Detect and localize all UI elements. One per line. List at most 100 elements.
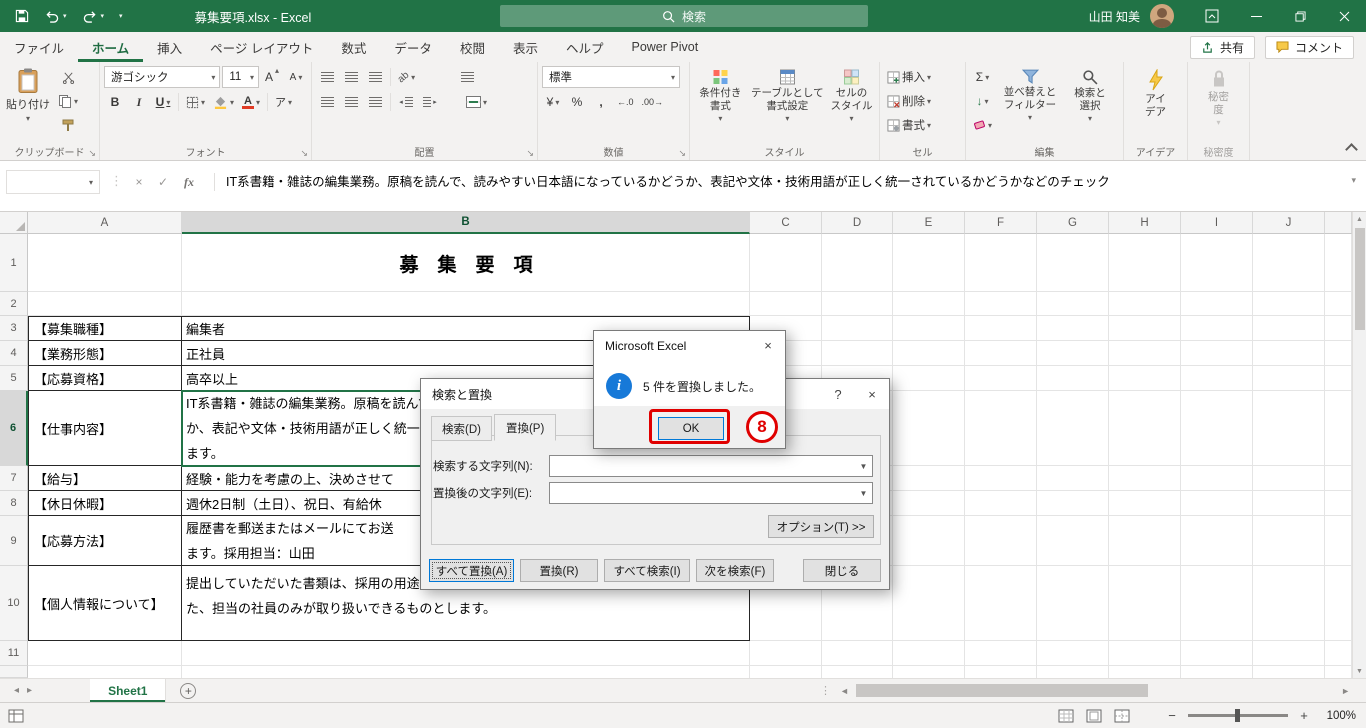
currency-format-button[interactable]: ¥ ▾ (542, 91, 564, 113)
cell-A4[interactable]: 【業務形態】 (28, 341, 182, 366)
column-header-H[interactable]: H (1109, 212, 1181, 234)
horizontal-splitter[interactable]: ⋮ (820, 684, 831, 697)
tab-data[interactable]: データ (380, 32, 446, 62)
options-button[interactable]: オプション(T) >> (768, 515, 874, 538)
dialog-close-button[interactable]: × (855, 379, 889, 409)
row-header-3[interactable]: 3 (0, 316, 28, 341)
ribbon-display-options-button[interactable] (1190, 0, 1234, 32)
top-align-button[interactable] (316, 66, 338, 88)
cell-styles-button[interactable]: セルの スタイル ▾ (828, 66, 875, 124)
tab-find[interactable]: 検索(D) (431, 416, 492, 441)
find-all-button[interactable]: すべて検索(I) (604, 559, 690, 582)
increase-font-size-button[interactable]: A ▴ (261, 66, 283, 88)
align-right-button[interactable] (364, 91, 386, 113)
row-header-9[interactable]: 9 (0, 516, 28, 566)
number-format-combo[interactable]: 標準 ▾ (542, 66, 680, 88)
row-header-7[interactable]: 7 (0, 466, 28, 491)
ok-button[interactable]: OK (658, 417, 724, 440)
sheet-tab-sheet1[interactable]: Sheet1 (90, 679, 167, 702)
comma-style-button[interactable]: , (590, 91, 612, 113)
tab-page-layout[interactable]: ページ レイアウト (196, 32, 327, 62)
cut-button[interactable] (55, 66, 81, 88)
horizontal-scroll-thumb[interactable] (856, 684, 1148, 697)
name-box-dropdown-icon[interactable]: ▾ (83, 178, 99, 187)
prev-sheet-button[interactable]: ◂ (14, 685, 19, 696)
decrease-decimal-button[interactable]: .00→ (639, 91, 667, 113)
font-color-button[interactable]: A ▾ (239, 91, 263, 113)
comments-button[interactable]: コメント (1264, 35, 1354, 59)
column-header-I[interactable]: I (1181, 212, 1253, 234)
page-break-preview-button[interactable] (1114, 709, 1130, 723)
tab-formulas[interactable]: 数式 (327, 32, 380, 62)
cell-A7[interactable]: 【給与】 (28, 466, 182, 491)
format-painter-button[interactable] (55, 114, 81, 136)
number-dialog-launcher[interactable]: ↘ (678, 149, 686, 158)
zoom-in-button[interactable]: + (1298, 708, 1310, 723)
message-box-title-bar[interactable]: Microsoft Excel × (594, 331, 785, 360)
clipboard-dialog-launcher[interactable]: ↘ (88, 149, 96, 158)
name-box[interactable]: ▾ (6, 170, 100, 194)
italic-button[interactable]: I (128, 91, 150, 113)
insert-function-button[interactable]: fx (178, 170, 200, 194)
decrease-indent-button[interactable]: ◂ (395, 91, 417, 113)
cell-B1[interactable]: 募 集 要 項 (182, 234, 750, 292)
cell-A8[interactable]: 【休日休暇】 (28, 491, 182, 516)
dialog-help-button[interactable]: ? (821, 379, 855, 409)
scroll-down-icon[interactable]: ▼ (1353, 664, 1366, 678)
macro-record-button[interactable] (8, 709, 24, 723)
delete-cells-button[interactable]: 削除 ▾ (884, 90, 961, 112)
replace-with-input[interactable]: ▼ (549, 482, 873, 504)
cell-A6[interactable]: 【仕事内容】 (28, 391, 182, 466)
row-header-5[interactable]: 5 (0, 366, 28, 391)
collapse-ribbon-button[interactable] (1345, 143, 1358, 156)
zoom-level[interactable]: 100% (1320, 710, 1356, 722)
column-header-D[interactable]: D (822, 212, 893, 234)
minimize-button[interactable] (1234, 0, 1278, 32)
merge-center-button[interactable]: ▾ (463, 91, 490, 113)
row-header-2[interactable]: 2 (0, 292, 28, 316)
close-button[interactable] (1322, 0, 1366, 32)
scroll-right-icon[interactable]: ► (1341, 686, 1350, 696)
tab-power-pivot[interactable]: Power Pivot (617, 32, 712, 62)
cancel-entry-button[interactable]: × (128, 170, 150, 194)
column-header-J[interactable]: J (1253, 212, 1325, 234)
user-avatar[interactable] (1150, 4, 1174, 28)
vertical-scroll-thumb[interactable] (1355, 228, 1365, 330)
increase-decimal-button[interactable]: ←.0 (614, 91, 637, 113)
insert-cells-button[interactable]: 挿入 ▾ (884, 66, 961, 88)
tab-replace[interactable]: 置換(P) (493, 414, 557, 441)
normal-view-button[interactable] (1058, 709, 1074, 723)
phonetic-guide-button[interactable]: ア ▾ (272, 91, 295, 113)
redo-button[interactable]: ▾ (82, 10, 104, 23)
row-header-4[interactable]: 4 (0, 341, 28, 366)
formula-bar-splitter[interactable]: ⋮ (110, 173, 123, 189)
scroll-up-icon[interactable]: ▲ (1353, 212, 1366, 226)
replace-with-dropdown-icon[interactable]: ▼ (855, 483, 872, 503)
tab-help[interactable]: ヘルプ (552, 32, 618, 62)
fill-color-button[interactable]: ▾ (210, 91, 237, 113)
zoom-slider[interactable] (1188, 709, 1288, 722)
select-all-corner[interactable] (0, 212, 28, 234)
font-size-combo[interactable]: 11 ▾ (222, 66, 259, 88)
find-next-button[interactable]: 次を検索(F) (696, 559, 774, 582)
orientation-button[interactable]: ab ▾ (395, 66, 418, 88)
tab-home[interactable]: ホーム (78, 32, 143, 62)
page-layout-view-button[interactable] (1086, 709, 1102, 723)
ideas-button[interactable]: アイ デア (1130, 66, 1182, 118)
conditional-formatting-button[interactable]: 条件付き 書式 ▾ (694, 66, 747, 124)
format-cells-button[interactable]: 書式 ▾ (884, 114, 961, 136)
tab-review[interactable]: 校閲 (446, 32, 499, 62)
align-left-button[interactable] (316, 91, 338, 113)
bottom-align-button[interactable] (364, 66, 386, 88)
find-what-input[interactable]: ▼ (549, 455, 873, 477)
format-as-table-button[interactable]: テーブルとして 書式設定 ▾ (750, 66, 825, 124)
message-close-button[interactable]: × (751, 331, 785, 360)
percent-style-button[interactable]: % (566, 91, 588, 113)
share-button[interactable]: 共有 (1189, 35, 1255, 59)
underline-button[interactable]: U ▾ (152, 91, 174, 113)
cell-A10[interactable]: 【個人情報について】 (28, 566, 182, 641)
vertical-scrollbar[interactable]: ▲ ▼ (1352, 212, 1366, 678)
paste-dropdown-icon[interactable]: ▾ (26, 114, 30, 123)
row-header-partial[interactable] (0, 666, 28, 678)
borders-button[interactable]: ▾ (183, 91, 208, 113)
